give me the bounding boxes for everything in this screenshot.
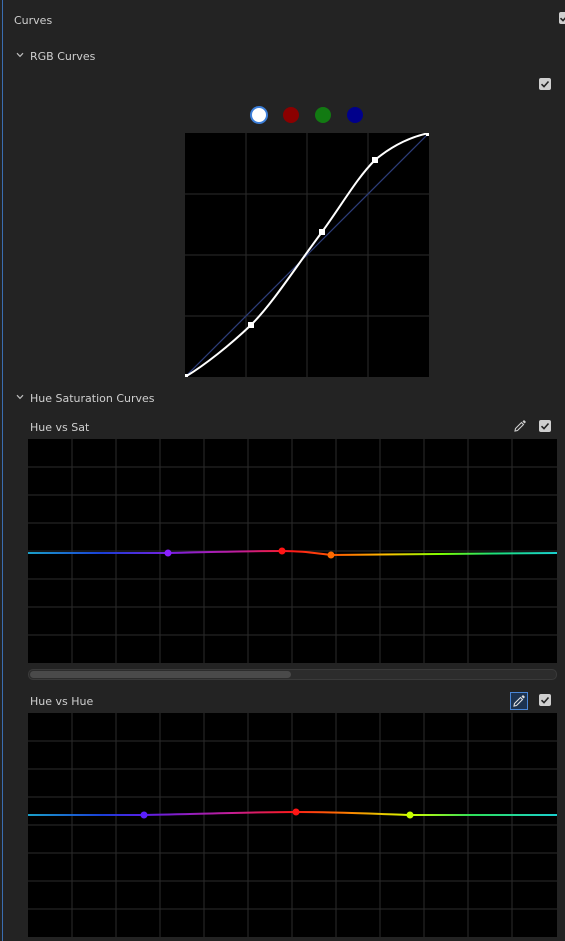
rgb-section-label: RGB Curves (30, 50, 96, 63)
hue-vs-sat-point (327, 551, 335, 559)
panel-enable-checkbox[interactable] (559, 12, 565, 24)
hue-vs-hue-graph[interactable] (28, 713, 557, 937)
hue-section-label: Hue Saturation Curves (30, 392, 155, 405)
hue-vs-hue-point (140, 811, 148, 819)
rgb-curve-point (426, 133, 429, 136)
rgb-section-toggle[interactable] (16, 52, 24, 59)
chevron-down-icon (16, 52, 24, 58)
hue-vs-sat-enable-checkbox[interactable] (539, 420, 551, 432)
hue-vs-sat-label: Hue vs Sat (30, 421, 90, 434)
checkmark-icon (540, 80, 550, 88)
rgb-curve-graph[interactable] (185, 133, 429, 377)
rgb-curve-point (372, 157, 378, 163)
hue-vs-hue-label: Hue vs Hue (30, 695, 94, 708)
rgb-curves-enable-checkbox[interactable] (539, 78, 551, 90)
channel-green-button[interactable] (315, 107, 331, 123)
chevron-down-icon (16, 394, 24, 400)
hue-section-toggle[interactable] (16, 394, 24, 401)
channel-blue-button[interactable] (347, 107, 363, 123)
rgb-curve-point (185, 374, 188, 377)
panel-title: Curves (14, 14, 53, 27)
hue-vs-hue-point (292, 808, 300, 816)
checkmark-icon (540, 422, 550, 430)
hue-vs-hue-enable-checkbox[interactable] (539, 694, 551, 706)
checkmark-icon (559, 17, 565, 22)
hue-vs-hue-point (406, 811, 414, 819)
hue-vs-sat-scrollbar-thumb[interactable] (30, 671, 291, 678)
channel-red-button[interactable] (283, 107, 299, 123)
eyedropper-icon (513, 695, 525, 707)
checkmark-icon (540, 696, 550, 704)
hue-vs-sat-point (164, 549, 172, 557)
hue-vs-sat-scrollbar[interactable] (28, 669, 557, 680)
panel-accent-line (2, 0, 3, 941)
hue-vs-sat-graph[interactable] (28, 439, 557, 663)
rgb-curve-point (319, 229, 325, 235)
rgb-curve-point (248, 322, 254, 328)
hue-vs-sat-eyedropper-button[interactable] (512, 418, 528, 434)
hue-vs-hue-eyedropper-button[interactable] (510, 692, 528, 710)
channel-white-button[interactable] (250, 106, 268, 124)
eyedropper-icon (514, 420, 526, 432)
hue-vs-sat-point (278, 547, 286, 555)
